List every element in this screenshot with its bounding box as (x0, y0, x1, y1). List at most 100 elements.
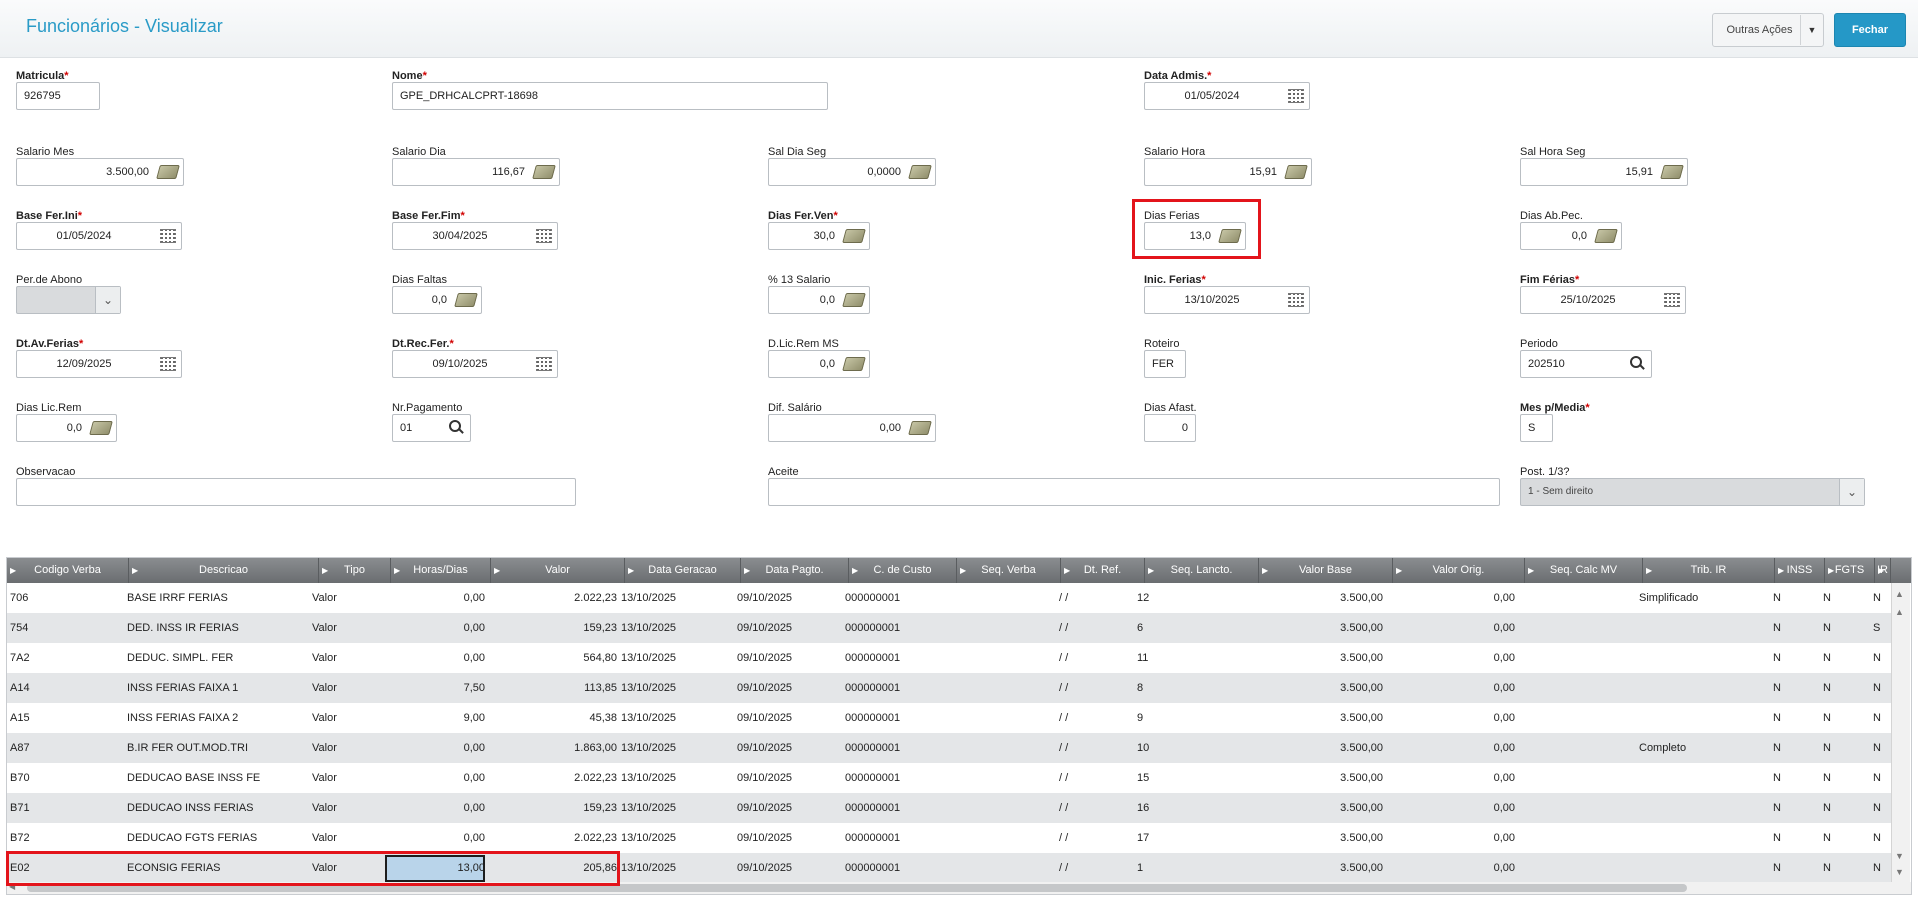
table-cell[interactable]: 0,00 (1393, 592, 1515, 604)
money-icon[interactable] (842, 229, 866, 243)
table-cell[interactable]: N (1823, 682, 1853, 694)
table-cell[interactable]: 000000001 (845, 772, 945, 784)
column-header[interactable]: ▶ C. de Custo (849, 558, 957, 583)
table-cell[interactable]: N (1873, 862, 1893, 874)
table-cell[interactable]: DEDUCAO FGTS FERIAS (127, 832, 307, 844)
table-cell[interactable]: 13/10/2025 (621, 862, 721, 874)
sort-arrow-icon[interactable]: ▶ (1778, 558, 1784, 583)
column-header[interactable]: ▶ Descricao (129, 558, 319, 583)
table-cell[interactable]: 000000001 (845, 712, 945, 724)
table-cell[interactable]: 000000001 (845, 802, 945, 814)
outras-acoes-button[interactable]: Outras Ações ▼ (1712, 13, 1824, 47)
table-cell[interactable]: 0,00 (1393, 802, 1515, 814)
table-cell[interactable]: S (1873, 622, 1893, 634)
table-cell[interactable]: 09/10/2025 (737, 712, 837, 724)
sort-arrow-icon[interactable]: ▶ (1828, 558, 1834, 583)
table-cell[interactable]: 000000001 (845, 652, 945, 664)
table-cell[interactable]: 0,00 (1393, 772, 1515, 784)
dias-lic-rem-input[interactable]: 0,0 (16, 414, 117, 442)
table-cell[interactable]: DED. INSS IR FERIAS (127, 622, 307, 634)
salario-dia-input[interactable]: 116,67 (392, 158, 560, 186)
table-cell[interactable]: 09/10/2025 (737, 742, 837, 754)
money-icon[interactable] (156, 165, 180, 179)
table-cell[interactable]: INSS FERIAS FAIXA 2 (127, 712, 307, 724)
table-cell[interactable]: N (1823, 742, 1853, 754)
money-icon[interactable] (89, 421, 113, 435)
table-cell[interactable]: 6 (1137, 622, 1197, 634)
table-cell[interactable]: 09/10/2025 (737, 592, 837, 604)
table-cell[interactable]: / / (1059, 712, 1099, 724)
table-cell[interactable]: 000000001 (845, 682, 945, 694)
table-cell[interactable]: 000000001 (845, 592, 945, 604)
table-cell[interactable]: 10 (1137, 742, 1197, 754)
table-cell[interactable]: 9,00 (385, 712, 485, 724)
table-cell[interactable]: 113,85 (485, 682, 617, 694)
table-cell[interactable]: 000000001 (845, 622, 945, 634)
table-row[interactable]: B70 DEDUCAO BASE INSS FE Valor 0,00 2.022,23… (7, 763, 1891, 793)
table-cell[interactable]: N (1823, 712, 1853, 724)
table-cell[interactable]: INSS FERIAS FAIXA 1 (127, 682, 307, 694)
table-cell[interactable]: Valor (312, 862, 372, 874)
money-icon[interactable] (1284, 165, 1308, 179)
column-header[interactable]: ▶ IR (1875, 558, 1891, 583)
table-cell[interactable]: 0,00 (385, 742, 485, 754)
sort-arrow-icon[interactable]: ▶ (1878, 558, 1884, 583)
table-row[interactable]: A14 INSS FERIAS FAIXA 1 Valor 7,50 113,85 13/… (7, 673, 1891, 703)
table-cell[interactable]: Valor (312, 682, 372, 694)
column-header[interactable]: ▶ Valor Orig. (1393, 558, 1525, 583)
fechar-button[interactable]: Fechar (1834, 13, 1906, 47)
table-cell[interactable]: 13/10/2025 (621, 772, 721, 784)
table-cell[interactable]: 000000001 (845, 742, 945, 754)
sort-arrow-icon[interactable]: ▶ (628, 558, 634, 583)
table-cell[interactable]: A14 (10, 682, 110, 694)
table-cell[interactable]: Completo (1639, 742, 1749, 754)
table-cell[interactable]: 3.500,00 (1259, 832, 1383, 844)
column-header[interactable]: ▶ Valor (491, 558, 625, 583)
table-cell[interactable]: 706 (10, 592, 110, 604)
pct-13-salario-input[interactable]: 0,0 (768, 286, 870, 314)
table-cell[interactable]: 564,80 (485, 652, 617, 664)
search-icon[interactable] (449, 420, 465, 436)
dt-av-ferias-input[interactable]: 12/09/2025 (16, 350, 182, 378)
table-cell[interactable]: 09/10/2025 (737, 802, 837, 814)
table-cell[interactable]: 13/10/2025 (621, 742, 721, 754)
money-icon[interactable] (454, 293, 478, 307)
table-cell[interactable]: N (1773, 772, 1803, 784)
column-header[interactable]: ▶ Data Geracao (625, 558, 741, 583)
table-cell[interactable]: 3.500,00 (1259, 592, 1383, 604)
table-cell[interactable]: 000000001 (845, 832, 945, 844)
table-cell[interactable]: 09/10/2025 (737, 622, 837, 634)
table-cell[interactable]: / / (1059, 592, 1099, 604)
table-cell[interactable]: 0,00 (1393, 682, 1515, 694)
table-cell[interactable]: 0,00 (385, 622, 485, 634)
table-cell[interactable]: DEDUCAO INSS FERIAS (127, 802, 307, 814)
calendar-icon[interactable] (160, 229, 176, 243)
table-cell[interactable]: N (1873, 832, 1893, 844)
table-cell[interactable]: 09/10/2025 (737, 832, 837, 844)
table-cell[interactable]: 0,00 (1393, 862, 1515, 874)
table-cell[interactable]: 13/10/2025 (621, 622, 721, 634)
table-cell[interactable]: N (1773, 802, 1803, 814)
sort-arrow-icon[interactable]: ▶ (960, 558, 966, 583)
money-icon[interactable] (1594, 229, 1618, 243)
sort-arrow-icon[interactable]: ▶ (10, 558, 16, 583)
table-cell[interactable]: 159,23 (485, 802, 617, 814)
sort-arrow-icon[interactable]: ▶ (1528, 558, 1534, 583)
base-fer-fim-input[interactable]: 30/04/2025 (392, 222, 558, 250)
dias-faltas-input[interactable]: 0,0 (392, 286, 482, 314)
table-cell[interactable]: 09/10/2025 (737, 682, 837, 694)
table-cell[interactable]: 13/10/2025 (621, 832, 721, 844)
table-cell[interactable]: 8 (1137, 682, 1197, 694)
calendar-icon[interactable] (160, 357, 176, 371)
observacao-input[interactable] (16, 478, 576, 506)
money-icon[interactable] (842, 357, 866, 371)
column-header[interactable]: ▶ FGTS (1825, 558, 1875, 583)
money-icon[interactable] (842, 293, 866, 307)
sort-arrow-icon[interactable]: ▶ (1396, 558, 1402, 583)
table-cell[interactable]: 000000001 (845, 862, 945, 874)
sort-arrow-icon[interactable]: ▶ (1262, 558, 1268, 583)
caret-down-icon[interactable]: ▼ (1801, 25, 1823, 35)
table-cell[interactable]: B72 (10, 832, 110, 844)
table-cell[interactable]: N (1873, 772, 1893, 784)
table-cell[interactable]: 09/10/2025 (737, 652, 837, 664)
